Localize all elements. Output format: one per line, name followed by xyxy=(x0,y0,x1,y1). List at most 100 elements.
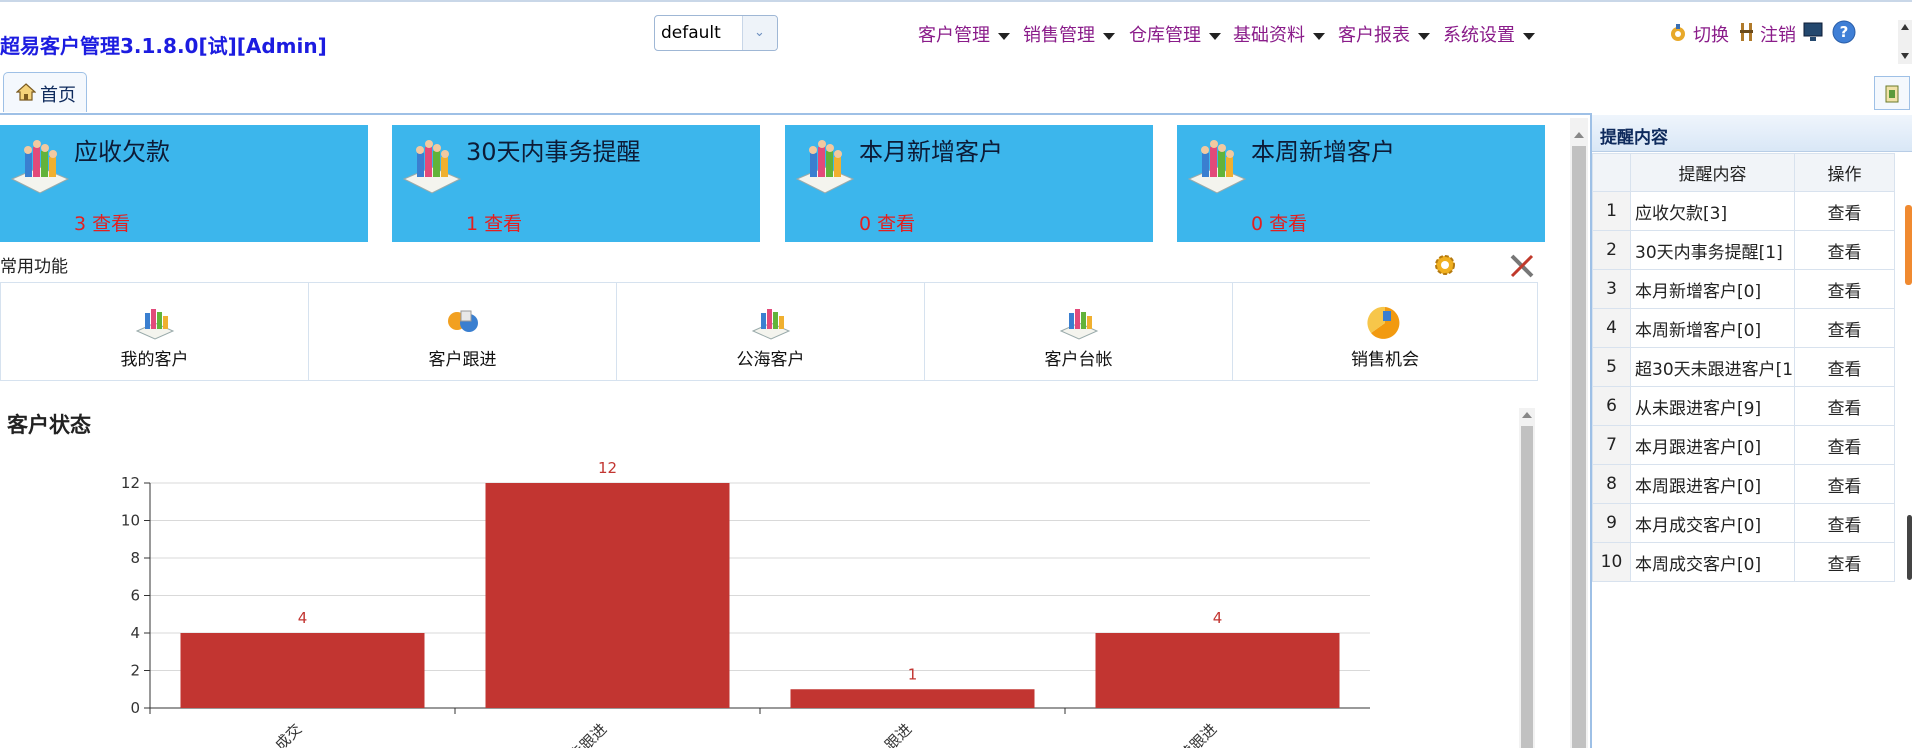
tile-count-link[interactable]: 1 查看 xyxy=(466,209,522,236)
row-view-link[interactable]: 查看 xyxy=(1794,503,1895,543)
caret-down-icon xyxy=(1523,32,1535,40)
scrollbar-thumb[interactable] xyxy=(1572,146,1586,748)
row-content: 本周新增客户[0] xyxy=(1630,308,1795,348)
chart-scrollbar[interactable] xyxy=(1519,408,1535,748)
row-view-link[interactable]: 查看 xyxy=(1794,347,1895,387)
bar-value-label: 4 xyxy=(1213,609,1223,627)
row-content: 应收欠款[3] xyxy=(1630,191,1795,231)
col-content[interactable]: 提醒内容 xyxy=(1630,153,1795,192)
tab-home[interactable]: 首页 xyxy=(3,72,87,112)
tile-30day-reminders[interactable]: 30天内事务提醒 1 查看 xyxy=(392,125,760,242)
reminder-panel-title: 提醒内容 xyxy=(1600,128,1668,148)
settings-gear-icon[interactable] xyxy=(1432,252,1458,278)
customers-icon xyxy=(10,140,70,194)
scroll-up-icon[interactable] xyxy=(1901,24,1909,30)
row-view-link[interactable]: 查看 xyxy=(1794,191,1895,231)
svg-text:?: ? xyxy=(1840,23,1849,41)
row-view-link[interactable]: 查看 xyxy=(1794,230,1895,270)
logout-link[interactable]: 注销 xyxy=(1760,21,1796,47)
menu-base-data[interactable]: 基础资料 xyxy=(1233,21,1325,47)
theme-select-arrow[interactable]: ⌄ xyxy=(742,16,777,50)
customers-icon xyxy=(795,140,855,194)
theme-select[interactable]: default ⌄ xyxy=(654,15,778,51)
panel-scroll-indicator[interactable] xyxy=(1905,205,1912,285)
switch-link[interactable]: 切换 xyxy=(1693,21,1729,47)
x-tick-label: 初步跟进 xyxy=(555,720,610,748)
menu-label: 客户管理 xyxy=(918,25,990,46)
tile-week-new-customers[interactable]: 本周新增客户 0 查看 xyxy=(1177,125,1545,242)
bar[interactable] xyxy=(1095,633,1340,708)
tab-bar xyxy=(0,71,1912,115)
menu-sales-manage[interactable]: 销售管理 xyxy=(1023,21,1115,47)
col-action[interactable]: 操作 xyxy=(1794,153,1895,192)
row-content: 超30天未跟进客户[1] xyxy=(1630,347,1795,387)
tile-month-new-customers[interactable]: 本月新增客户 0 查看 xyxy=(785,125,1153,242)
quick-customer-followup[interactable]: 客户跟进 xyxy=(309,283,617,380)
table-row: 1 应收欠款[3] 查看 xyxy=(1592,191,1895,231)
row-view-link[interactable]: 查看 xyxy=(1794,269,1895,309)
caret-down-icon xyxy=(1418,32,1430,40)
row-index: 7 xyxy=(1592,425,1631,465)
menu-customer-report[interactable]: 客户报表 xyxy=(1338,21,1430,47)
menu-customer-manage[interactable]: 客户管理 xyxy=(918,21,1010,47)
row-index: 1 xyxy=(1592,191,1631,231)
opportunity-icon xyxy=(1367,306,1400,339)
tile-receivables[interactable]: 应收欠款 3 查看 xyxy=(0,125,368,242)
menu-label: 仓库管理 xyxy=(1129,25,1201,46)
home-icon xyxy=(16,83,36,101)
tile-count-link[interactable]: 0 查看 xyxy=(1251,209,1307,236)
panel-scroll-indicator-dark[interactable] xyxy=(1907,515,1912,580)
menu-system-settings[interactable]: 系统设置 xyxy=(1443,21,1535,47)
bar-value-label: 1 xyxy=(908,665,918,683)
tab-menu-button[interactable] xyxy=(1874,76,1910,110)
bar[interactable] xyxy=(790,689,1035,708)
main-scrollbar[interactable] xyxy=(1570,118,1588,748)
tile-count-link[interactable]: 0 查看 xyxy=(859,209,915,236)
row-view-link[interactable]: 查看 xyxy=(1794,464,1895,504)
quick-functions-panel: 我的客户 客户跟进 公海客户 客户台帐 销售机会 xyxy=(0,282,1538,381)
menu-label: 基础资料 xyxy=(1233,25,1305,46)
quick-public-customers[interactable]: 公海客户 xyxy=(617,283,925,380)
menu-label: 客户报表 xyxy=(1338,25,1410,46)
quick-my-customers[interactable]: 我的客户 xyxy=(1,283,309,380)
help-icon[interactable]: ? xyxy=(1832,20,1856,44)
quick-customer-ledger[interactable]: 客户台帐 xyxy=(925,283,1233,380)
caret-down-icon xyxy=(1313,32,1325,40)
row-index: 9 xyxy=(1592,503,1631,543)
scroll-up-icon[interactable] xyxy=(1574,132,1584,138)
followup-icon xyxy=(447,310,478,332)
customers-icon xyxy=(1059,309,1098,340)
row-content: 本周跟进客户[0] xyxy=(1630,464,1795,504)
quick-label-text: 客户跟进 xyxy=(428,350,497,370)
scroll-down-icon[interactable] xyxy=(1901,53,1909,59)
y-tick-label: 4 xyxy=(130,624,140,642)
monitor-icon[interactable] xyxy=(1803,22,1825,42)
y-tick-label: 10 xyxy=(121,512,140,530)
tile-count-link[interactable]: 3 查看 xyxy=(74,209,130,236)
y-tick-label: 6 xyxy=(130,587,140,605)
switch-icon[interactable] xyxy=(1668,22,1688,44)
row-view-link[interactable]: 查看 xyxy=(1794,308,1895,348)
quick-label-text: 我的客户 xyxy=(120,350,189,370)
menu-warehouse-manage[interactable]: 仓库管理 xyxy=(1129,21,1221,47)
row-view-link[interactable]: 查看 xyxy=(1794,386,1895,426)
scroll-up-icon[interactable] xyxy=(1522,412,1532,418)
bar[interactable] xyxy=(180,633,425,708)
customers-icon xyxy=(135,309,174,340)
x-tick-label: 继续跟进 xyxy=(1165,720,1220,748)
quick-sales-opportunity[interactable]: 销售机会 xyxy=(1233,283,1537,380)
row-index: 4 xyxy=(1592,308,1631,348)
tools-icon[interactable] xyxy=(1508,252,1536,280)
row-view-link[interactable]: 查看 xyxy=(1794,542,1895,582)
table-row: 6 从未跟进客户[9] 查看 xyxy=(1592,386,1895,426)
row-index: 3 xyxy=(1592,269,1631,309)
bar-value-label: 12 xyxy=(598,459,617,477)
scrollbar-thumb[interactable] xyxy=(1521,426,1533,748)
header-scrollbar[interactable] xyxy=(1898,20,1912,64)
bar[interactable] xyxy=(485,483,730,708)
row-view-link[interactable]: 查看 xyxy=(1794,425,1895,465)
row-index: 10 xyxy=(1592,542,1631,582)
logout-icon[interactable] xyxy=(1737,21,1757,43)
row-index: 6 xyxy=(1592,386,1631,426)
customer-status-chart: 0 2 4 6 8 10 12 成交 初步跟进 跟进 继续跟进 4 12 1 4 xyxy=(121,459,1370,748)
